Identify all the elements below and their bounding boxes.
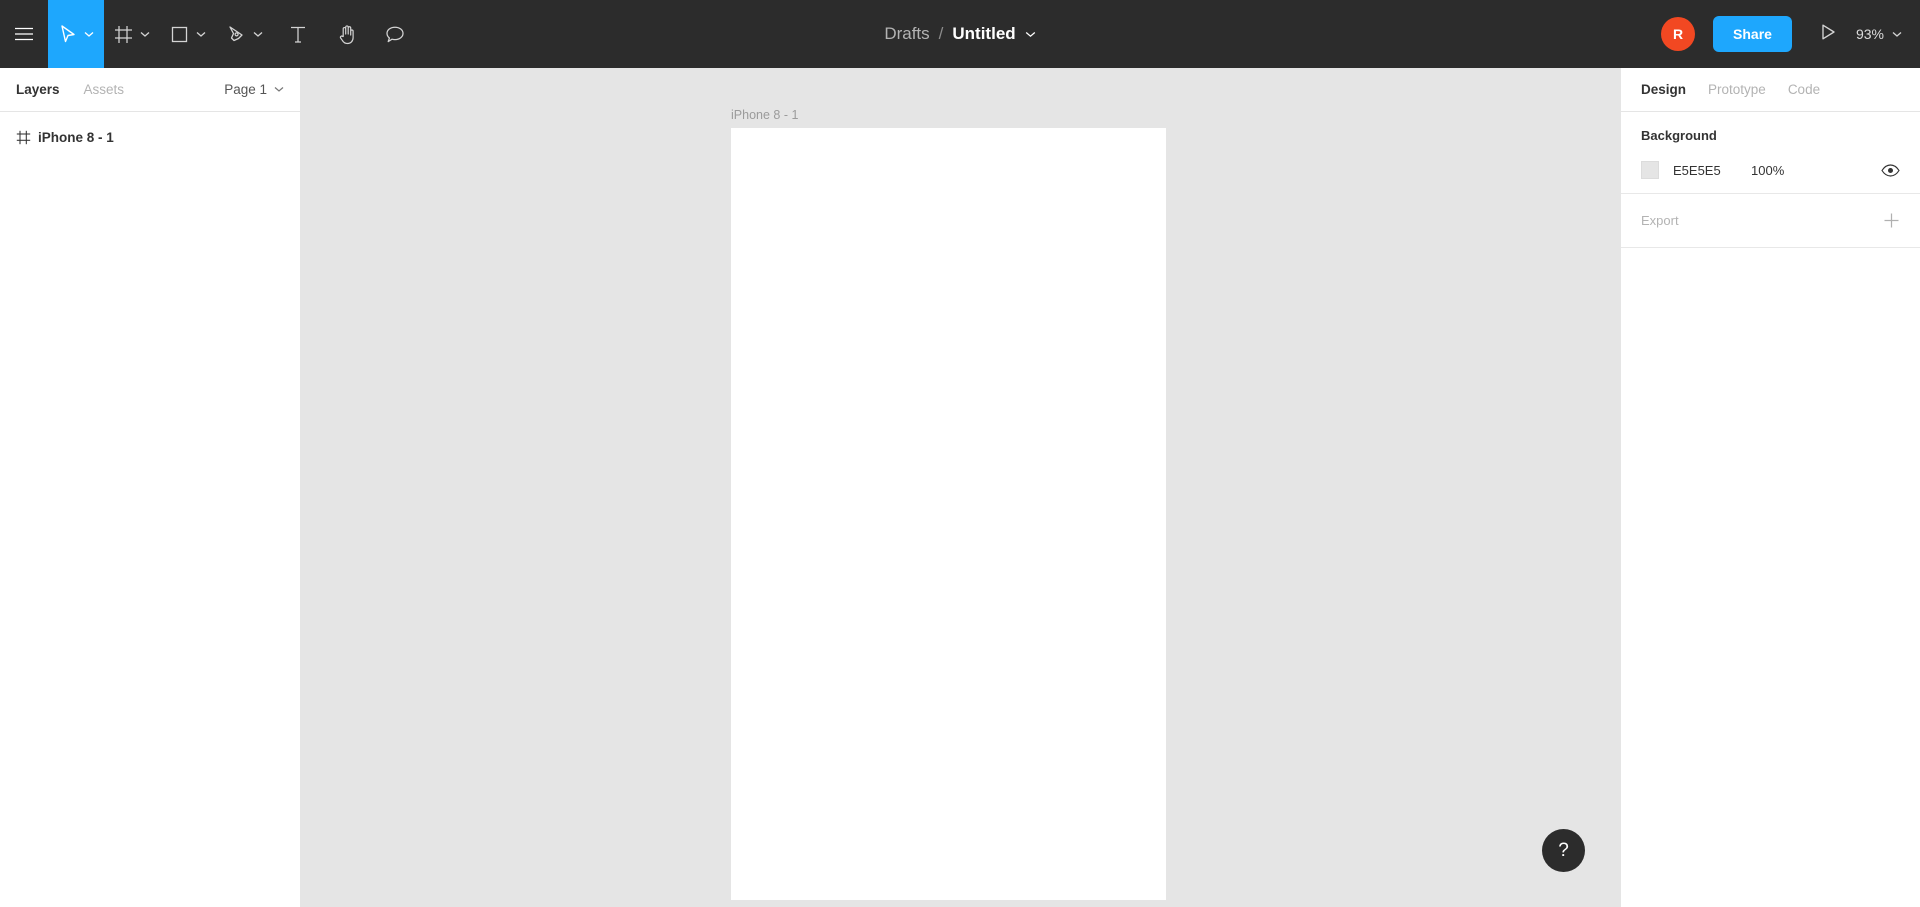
tool-shape[interactable] — [160, 0, 216, 68]
right-sidebar-tabs: Design Prototype Code — [1621, 68, 1920, 112]
tab-design[interactable]: Design — [1641, 82, 1686, 97]
artboard-iphone-8-1[interactable] — [731, 128, 1166, 900]
toolbar-tools-group — [0, 0, 419, 68]
breadcrumb-drafts[interactable]: Drafts — [884, 24, 929, 44]
chevron-down-icon — [1892, 31, 1902, 38]
left-sidebar-tabs: Layers Assets Page 1 — [0, 68, 300, 112]
hand-icon — [337, 24, 357, 45]
tool-text[interactable] — [273, 0, 323, 68]
list-item[interactable]: iPhone 8 - 1 — [0, 120, 300, 154]
cursor-arrow-icon — [58, 24, 77, 44]
color-swatch[interactable] — [1641, 161, 1659, 179]
chevron-down-icon — [196, 31, 206, 38]
hamburger-menu-icon — [14, 27, 34, 41]
top-toolbar: Drafts / Untitled R Share 93% — [0, 0, 1920, 68]
tool-comment[interactable] — [371, 0, 419, 68]
layer-name: iPhone 8 - 1 — [38, 129, 114, 145]
tab-code[interactable]: Code — [1788, 82, 1820, 97]
canvas-viewport[interactable]: iPhone 8 - 1 ? — [301, 68, 1620, 907]
file-menu-chevron-down-icon[interactable] — [1025, 31, 1036, 38]
text-icon — [289, 25, 307, 44]
background-section-title: Background — [1641, 128, 1717, 143]
toolbar-right-group: R Share 93% — [1661, 16, 1920, 52]
export-section-title: Export — [1641, 213, 1679, 228]
right-sidebar: Design Prototype Code Background E5E5E5 … — [1620, 68, 1920, 907]
comment-bubble-icon — [385, 25, 405, 44]
play-triangle-icon — [1820, 23, 1836, 46]
tool-pen[interactable] — [216, 0, 273, 68]
chevron-down-icon — [274, 86, 284, 93]
plus-icon[interactable] — [1883, 212, 1900, 229]
export-section: Export — [1621, 194, 1920, 248]
zoom-level-label: 93% — [1855, 26, 1884, 42]
frame-container: iPhone 8 - 1 — [731, 108, 1166, 900]
zoom-control[interactable]: 93% — [1856, 26, 1902, 42]
figma-app-window: Drafts / Untitled R Share 93% Layers Ass… — [0, 0, 1920, 907]
background-fill-row: E5E5E5 100% — [1641, 161, 1900, 179]
tab-layers[interactable]: Layers — [16, 82, 60, 97]
breadcrumb-separator: / — [938, 24, 944, 43]
tool-hand[interactable] — [323, 0, 371, 68]
rectangle-icon — [170, 25, 189, 44]
tool-frame[interactable] — [104, 0, 160, 68]
page-selector-label: Page 1 — [224, 82, 267, 97]
avatar[interactable]: R — [1661, 17, 1696, 51]
opacity-field[interactable]: 100% — [1751, 163, 1784, 178]
chevron-down-icon — [140, 31, 150, 38]
workspace: Layers Assets Page 1 iPhone 8 - 1 iPhone… — [0, 68, 1920, 907]
tab-assets[interactable]: Assets — [84, 82, 125, 97]
background-section: Background E5E5E5 100% — [1621, 112, 1920, 194]
chevron-down-icon — [84, 31, 94, 38]
frame-label[interactable]: iPhone 8 - 1 — [731, 108, 1166, 122]
tool-move[interactable] — [48, 0, 104, 68]
help-button[interactable]: ? — [1542, 829, 1585, 872]
chevron-down-icon — [253, 31, 263, 38]
hex-value-field[interactable]: E5E5E5 — [1673, 163, 1751, 178]
tab-prototype[interactable]: Prototype — [1708, 82, 1766, 97]
left-sidebar: Layers Assets Page 1 iPhone 8 - 1 — [0, 68, 301, 907]
file-name-label[interactable]: Untitled — [952, 24, 1015, 44]
page-selector[interactable]: Page 1 — [224, 82, 284, 97]
pen-icon — [226, 24, 246, 44]
eye-icon[interactable] — [1881, 163, 1900, 177]
main-menu-button[interactable] — [0, 0, 48, 68]
present-button[interactable] — [1810, 16, 1846, 52]
share-button[interactable]: Share — [1713, 16, 1792, 52]
layer-list: iPhone 8 - 1 — [0, 112, 300, 154]
frame-icon — [114, 25, 133, 44]
frame-icon — [16, 130, 38, 145]
